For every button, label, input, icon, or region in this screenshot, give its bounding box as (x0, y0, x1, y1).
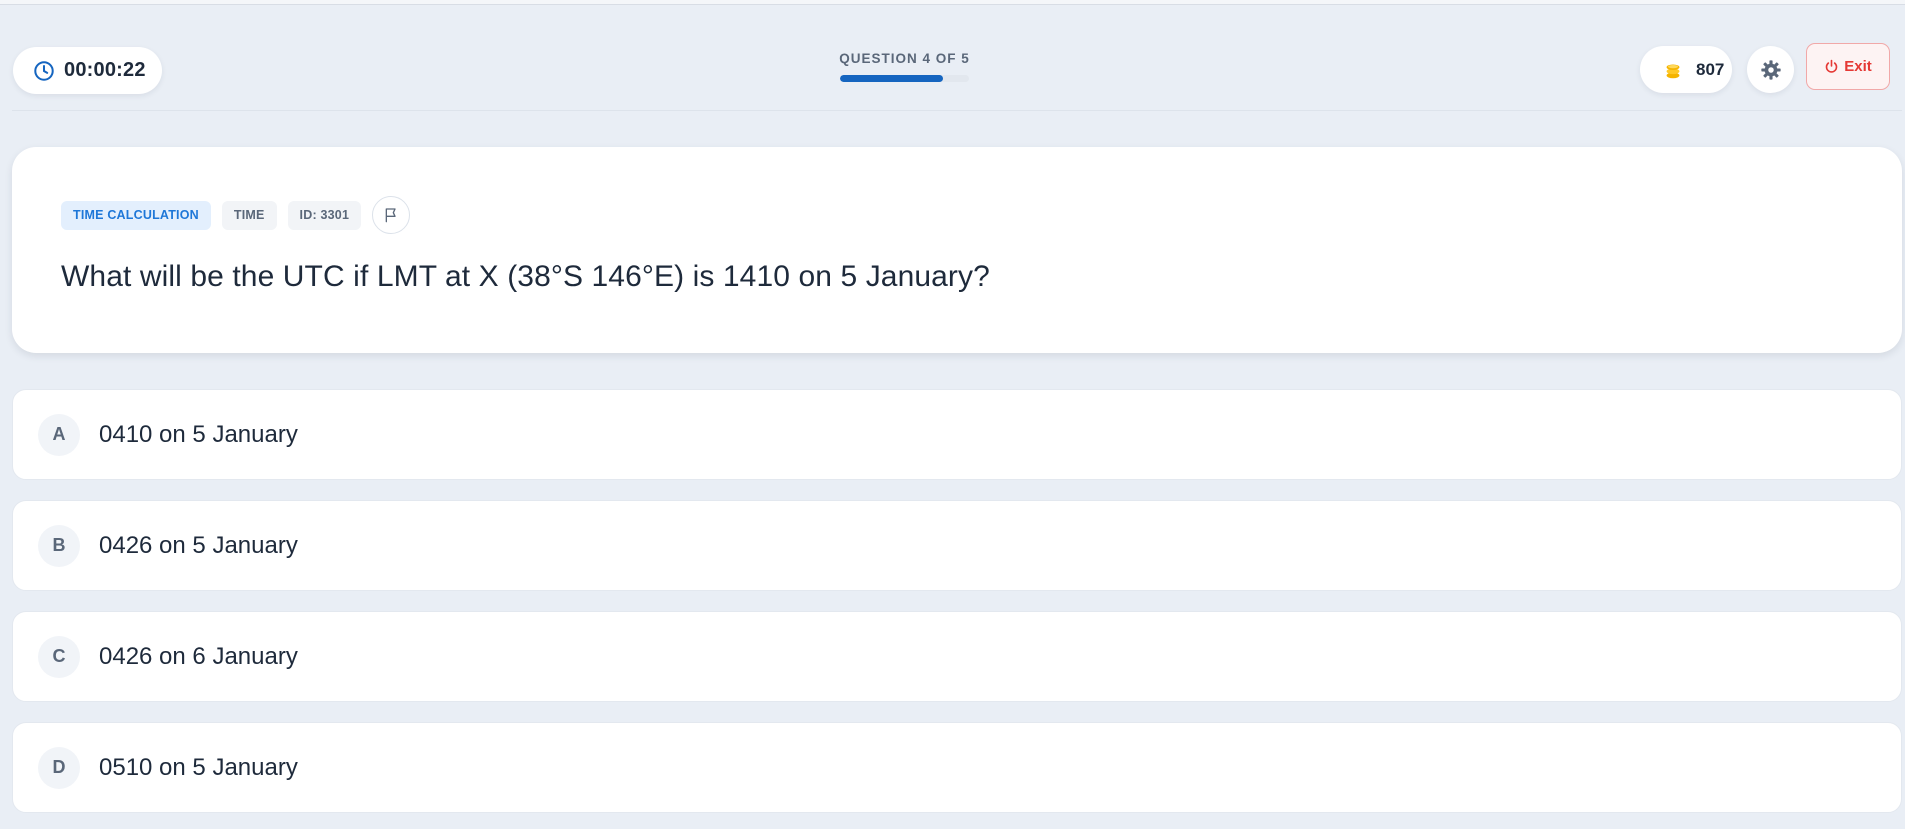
timer-value: 00:00:22 (64, 59, 146, 81)
flag-question-button[interactable] (372, 196, 411, 234)
option-letter: D (38, 746, 80, 789)
question-id-tag: ID: 3301 (287, 200, 362, 230)
coin-balance: 807 (1640, 46, 1732, 93)
subject-tag: TIME (221, 200, 277, 230)
option-letter: C (38, 635, 80, 678)
option-letter: B (38, 524, 80, 567)
progress-track (840, 75, 969, 82)
option-letter: A (38, 413, 80, 456)
topic-tag: TIME CALCULATION (61, 200, 211, 230)
question-text: What will be the UTC if LMT at X (38°S 1… (61, 260, 990, 293)
option-a[interactable]: A 0410 on 5 January (12, 389, 1902, 480)
question-progress: QUESTION 4 OF 5 (837, 51, 972, 82)
coin-count: 807 (1696, 59, 1725, 79)
settings-button[interactable] (1747, 46, 1794, 93)
coins-icon (1666, 64, 1680, 78)
quiz-header: 00:00:22 QUESTION 4 OF 5 807 Exit (12, 5, 1902, 111)
option-d[interactable]: D 0510 on 5 January (12, 722, 1902, 813)
flag-icon (385, 208, 396, 223)
exit-label: Exit (1844, 58, 1872, 75)
option-text: 0410 on 5 January (99, 420, 298, 448)
option-text: 0426 on 5 January (99, 531, 298, 559)
gear-icon (1760, 59, 1781, 80)
clock-icon (34, 60, 54, 81)
timer: 00:00:22 (13, 47, 162, 94)
option-text: 0510 on 5 January (99, 753, 298, 781)
progress-fill (840, 75, 944, 82)
question-card: TIME CALCULATION TIME ID: 3301 What will… (12, 147, 1902, 353)
option-c[interactable]: C 0426 on 6 January (12, 611, 1902, 702)
option-b[interactable]: B 0426 on 5 January (12, 500, 1902, 591)
progress-label: QUESTION 4 OF 5 (839, 51, 970, 66)
exit-button[interactable]: Exit (1806, 43, 1890, 90)
option-text: 0426 on 6 January (99, 642, 298, 670)
question-tags: TIME CALCULATION TIME ID: 3301 (61, 196, 411, 234)
power-icon (1825, 59, 1838, 73)
